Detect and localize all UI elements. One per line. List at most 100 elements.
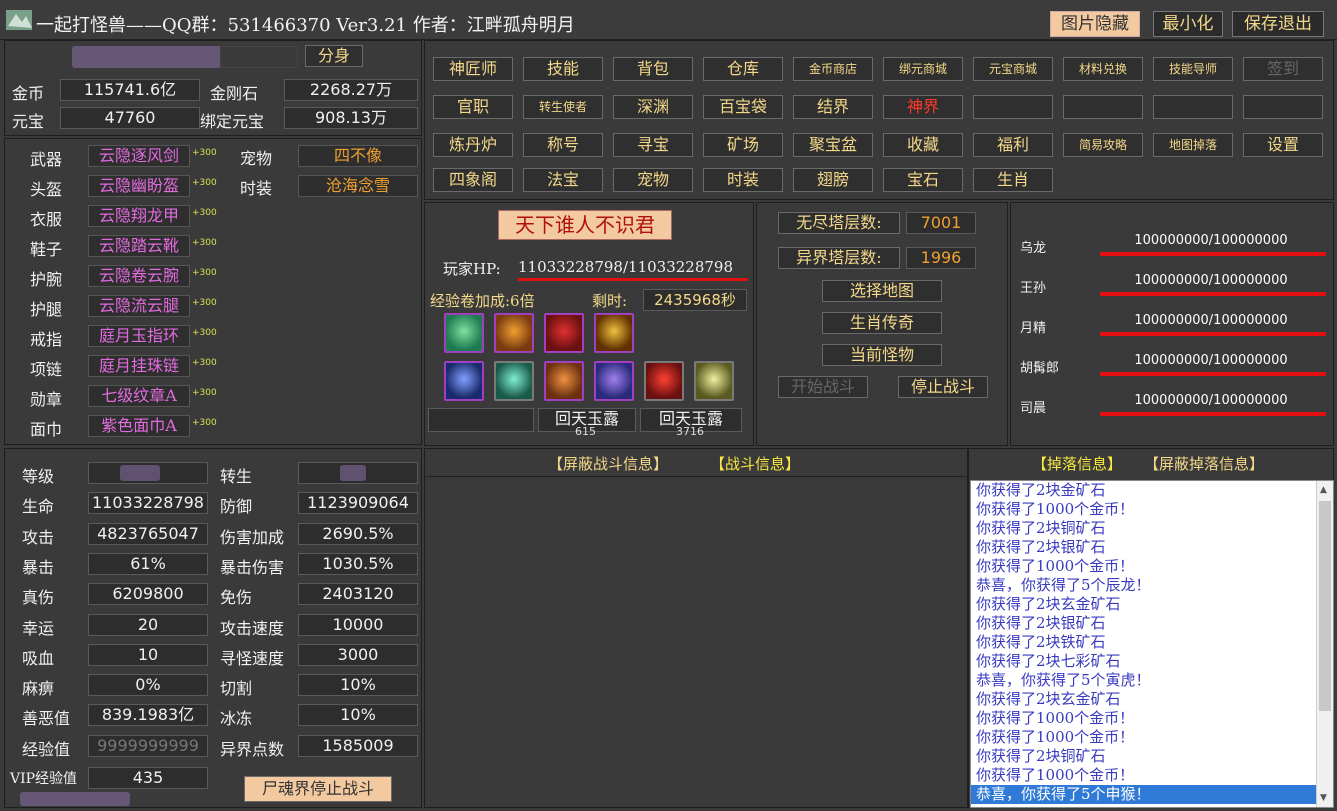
drop-log-line[interactable]: 你获得了1000个金币！	[971, 709, 1333, 728]
menu-button[interactable]: 收藏	[883, 133, 963, 157]
stop-battle-button[interactable]: 停止战斗	[898, 376, 988, 398]
menu-button[interactable]: 聚宝盆	[793, 133, 873, 157]
menu-button[interactable]: 技能导师	[1153, 57, 1233, 81]
skill-icon[interactable]	[644, 361, 684, 401]
skill-icon[interactable]	[594, 313, 634, 353]
equip-item[interactable]: 云隐逐风剑	[88, 145, 190, 167]
skill-icon[interactable]	[444, 313, 484, 353]
drop-log-line[interactable]: 恭喜，你获得了5个申猴！	[971, 785, 1333, 804]
menu-button[interactable]: 宠物	[613, 168, 693, 192]
menu-button[interactable]: 金币商店	[793, 57, 873, 81]
menu-button[interactable]: 法宝	[523, 168, 603, 192]
menu-button[interactable]: 炼丹炉	[433, 133, 513, 157]
drop-log-line[interactable]: 你获得了2块玄金矿石	[971, 595, 1333, 614]
equip-slot-label: 项链	[30, 360, 63, 379]
equip-item[interactable]: 紫色面巾A	[88, 415, 190, 437]
drop-log-scrollbar[interactable]: ▲ ▼	[1316, 481, 1333, 807]
drop-log-line[interactable]: 恭喜，你获得了5个辰龙！	[971, 576, 1333, 595]
menu-button[interactable]: 寻宝	[613, 133, 693, 157]
menu-button[interactable]: 称号	[523, 133, 603, 157]
current-monster-button[interactable]: 当前怪物	[822, 344, 942, 366]
skill-icon[interactable]	[694, 361, 734, 401]
menu-button[interactable]	[1063, 95, 1143, 119]
menu-button[interactable]: 宝石	[883, 168, 963, 192]
drop-log-line[interactable]: 恭喜，你获得了5个寅虎！	[971, 671, 1333, 690]
hide-images-button[interactable]: 图片隐藏	[1050, 11, 1140, 37]
menu-button[interactable]	[973, 95, 1053, 119]
menu-button[interactable]: 生肖	[973, 168, 1053, 192]
menu-button[interactable]: 签到	[1243, 57, 1323, 81]
drop-log-line[interactable]: 你获得了2块银矿石	[971, 538, 1333, 557]
save-exit-button[interactable]: 保存退出	[1232, 11, 1324, 37]
menu-button[interactable]: 福利	[973, 133, 1053, 157]
boss-hp-text: 100000000/100000000	[1134, 233, 1288, 248]
equip-slot-label: 武器	[30, 150, 63, 169]
start-battle-button[interactable]: 开始战斗	[778, 376, 868, 398]
stat-value: 10	[88, 643, 208, 666]
menu-button[interactable]: 神匠师	[433, 57, 513, 81]
drop-log-line[interactable]: 你获得了2块银矿石	[971, 614, 1333, 633]
menu-button[interactable]: 矿场	[703, 133, 783, 157]
menu-button[interactable]: 绑元商城	[883, 57, 963, 81]
battle-info-link[interactable]: 【战斗信息】	[710, 453, 800, 474]
drop-log-line[interactable]: 你获得了1000个金币！	[971, 766, 1333, 785]
skill-icon[interactable]	[444, 361, 484, 401]
select-map-button[interactable]: 选择地图	[822, 280, 942, 302]
menu-button[interactable]: 官职	[433, 95, 513, 119]
drop-log-line[interactable]: 你获得了2块金矿石	[971, 481, 1333, 500]
drop-log-list[interactable]: 你获得了2块金矿石 你获得了1000个金币！ 你获得了2块铜矿石 你获得了2块银矿石你…	[970, 480, 1334, 808]
hide-drop-info-link[interactable]: 【屏蔽掉落信息】	[1144, 453, 1264, 474]
skill-icon[interactable]	[494, 361, 534, 401]
hide-battle-info-link[interactable]: 【屏蔽战斗信息】	[548, 453, 668, 474]
menu-button[interactable]: 技能	[523, 57, 603, 81]
skill-icon[interactable]	[594, 361, 634, 401]
potion-slot-empty[interactable]	[428, 408, 534, 432]
skill-icon[interactable]	[544, 313, 584, 353]
menu-button[interactable]	[1243, 95, 1323, 119]
drop-log-line[interactable]: 你获得了1000个金币！	[971, 557, 1333, 576]
menu-button[interactable]: 神界	[883, 95, 963, 119]
menu-button[interactable]: 百宝袋	[703, 95, 783, 119]
pet-value[interactable]: 四不像	[298, 145, 418, 167]
menu-button[interactable]: 四象阁	[433, 168, 513, 192]
menu-button[interactable]: 深渊	[613, 95, 693, 119]
equip-item[interactable]: 七级纹章A	[88, 385, 190, 407]
menu-button[interactable]: 元宝商城	[973, 57, 1053, 81]
menu-button[interactable]: 结界	[793, 95, 873, 119]
menu-button[interactable]: 翅膀	[793, 168, 873, 192]
menu-button[interactable]: 简易攻略	[1063, 133, 1143, 157]
menu-button[interactable]: 地图掉落	[1153, 133, 1233, 157]
equip-item[interactable]: 庭月玉指环	[88, 325, 190, 347]
menu-button[interactable]: 时装	[703, 168, 783, 192]
fenshen-button[interactable]: 分身	[305, 45, 363, 67]
skill-icon[interactable]	[494, 313, 534, 353]
equip-item[interactable]: 云隐流云腿	[88, 295, 190, 317]
stop-soul-battle-button[interactable]: 尸魂界停止战斗	[244, 776, 392, 802]
menu-button[interactable]: 设置	[1243, 133, 1323, 157]
fashion-value[interactable]: 沧海念雪	[298, 175, 418, 197]
equip-item[interactable]: 云隐踏云靴	[88, 235, 190, 257]
drop-log-line[interactable]: 你获得了2块铜矿石	[971, 519, 1333, 538]
equip-item[interactable]: 云隐幽盼盔	[88, 175, 190, 197]
equip-item[interactable]: 云隐翔龙甲	[88, 205, 190, 227]
zodiac-legend-button[interactable]: 生肖传奇	[822, 312, 942, 334]
menu-button[interactable]: 仓库	[703, 57, 783, 81]
minimize-button[interactable]: 最小化	[1153, 11, 1223, 37]
drop-log-line[interactable]: 你获得了2块七彩矿石	[971, 652, 1333, 671]
menu-button[interactable]	[1153, 95, 1233, 119]
stat-value: 10%	[298, 704, 418, 727]
drop-log-line[interactable]: 你获得了1000个金币！	[971, 728, 1333, 747]
skill-icon[interactable]	[544, 361, 584, 401]
drop-info-link[interactable]: 【掉落信息】	[1032, 453, 1122, 474]
stat-value: 2690.5%	[298, 522, 418, 545]
drop-log-line[interactable]: 你获得了1000个金币！	[971, 500, 1333, 519]
equip-slot-label: 护腿	[30, 300, 63, 319]
menu-button[interactable]: 材料兑换	[1063, 57, 1143, 81]
equip-item[interactable]: 庭月挂珠链	[88, 355, 190, 377]
menu-button[interactable]: 转生使者	[523, 95, 603, 119]
drop-log-line[interactable]: 你获得了2块铁矿石	[971, 633, 1333, 652]
drop-log-line[interactable]: 你获得了2块玄金矿石	[971, 690, 1333, 709]
menu-button[interactable]: 背包	[613, 57, 693, 81]
equip-item[interactable]: 云隐卷云腕	[88, 265, 190, 287]
drop-log-line[interactable]: 你获得了2块铜矿石	[971, 747, 1333, 766]
